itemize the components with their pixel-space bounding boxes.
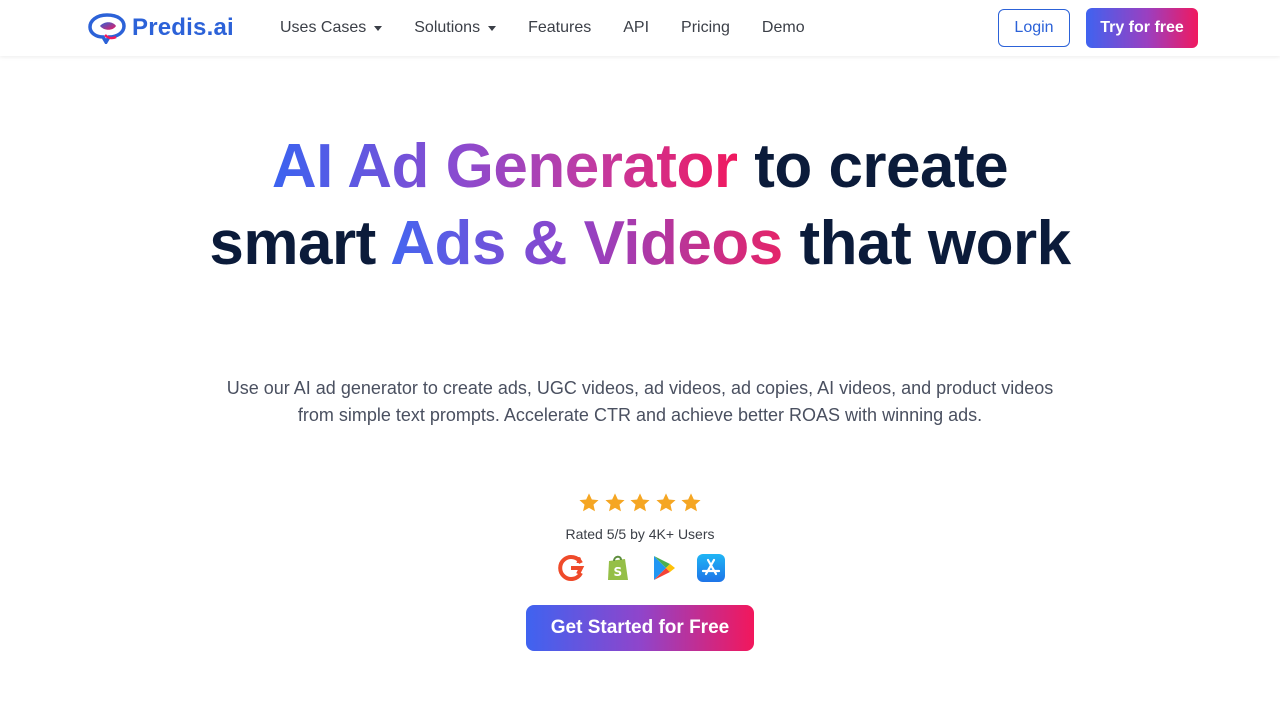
login-button[interactable]: Login <box>998 9 1070 47</box>
rating-text: Rated 5/5 by 4K+ Users <box>565 526 715 542</box>
hero-title: AI Ad Generator to create smart Ads & Vi… <box>200 128 1080 282</box>
nav-demo[interactable]: Demo <box>762 19 805 37</box>
brand-name: Predis.ai <box>132 14 234 41</box>
nav-solutions-label: Solutions <box>414 19 481 36</box>
star-icon <box>604 493 625 512</box>
hero-title-highlight-2: Ads & Videos <box>390 209 783 278</box>
hero-title-text-2: that work <box>782 209 1071 278</box>
hero-subtitle: Use our AI ad generator to create ads, U… <box>200 375 1080 429</box>
brand-link[interactable]: Predis.ai <box>88 12 234 44</box>
nav-features-label: Features <box>528 19 592 36</box>
app-store-icon[interactable] <box>696 553 726 583</box>
star-icon <box>655 493 676 512</box>
shopify-icon[interactable]: S <box>603 553 633 583</box>
chevron-down-icon <box>488 25 497 31</box>
g2-icon[interactable]: 2 <box>556 553 586 583</box>
get-started-button[interactable]: Get Started for Free <box>526 605 754 651</box>
platform-badges: 2 S <box>556 552 726 584</box>
nav-pricing[interactable]: Pricing <box>681 19 730 37</box>
svg-text:2: 2 <box>576 556 582 565</box>
nav-api-label: API <box>623 19 650 36</box>
nav-features[interactable]: Features <box>528 19 591 37</box>
nav-uses-cases-label: Uses Cases <box>280 19 367 36</box>
hero-title-highlight-1: AI Ad Generator <box>271 132 738 201</box>
speech-bubble-logo-icon <box>88 13 126 44</box>
nav-api[interactable]: API <box>623 19 649 37</box>
nav-demo-label: Demo <box>761 19 805 36</box>
top-navbar: Predis.ai Uses Cases Solutions Features … <box>0 0 1280 56</box>
main-nav: Uses Cases Solutions Features API Pricin… <box>280 0 837 56</box>
svg-text:S: S <box>613 565 622 579</box>
chevron-down-icon <box>374 25 383 31</box>
nav-pricing-label: Pricing <box>681 19 730 36</box>
hero-subtitle-line-2: from simple text prompts. Accelerate CTR… <box>297 405 983 425</box>
nav-solutions[interactable]: Solutions <box>414 19 497 37</box>
try-for-free-button[interactable]: Try for free <box>1086 8 1198 48</box>
star-icon <box>630 493 650 512</box>
nav-uses-cases[interactable]: Uses Cases <box>280 19 383 37</box>
rating-stars <box>578 492 702 516</box>
star-icon <box>579 493 599 512</box>
hero-subtitle-line-1: Use our AI ad generator to create ads, U… <box>226 378 1054 398</box>
google-play-icon[interactable] <box>649 553 679 583</box>
star-icon <box>681 493 701 512</box>
